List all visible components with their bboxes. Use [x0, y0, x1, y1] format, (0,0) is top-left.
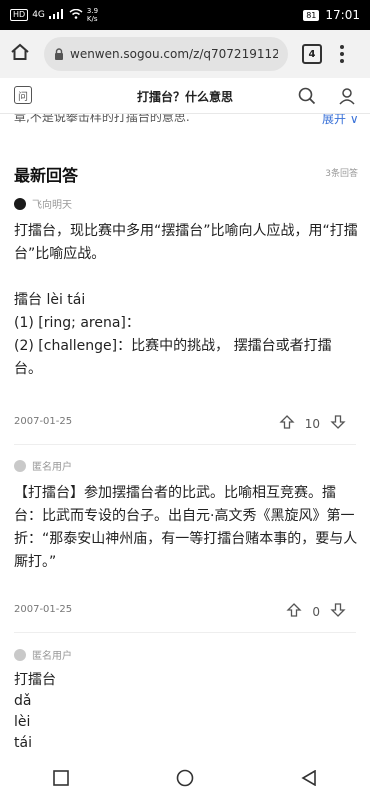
question-description-tail: 章,不是说攀击样的打擂台的意思. [14, 114, 190, 124]
vote-count: 10 [304, 416, 320, 431]
downvote-icon[interactable] [330, 602, 346, 621]
status-right: 81 17:01 [303, 8, 360, 22]
vote-count: 0 [312, 604, 320, 619]
tab-switcher-button[interactable]: 4 [302, 44, 322, 64]
answer-content[interactable]: 章,不是说攀击样的打擂台的意思. 展开 ∨ 最新回答 3条回答 飞向明天 打擂台… [0, 114, 370, 760]
wifi-icon [69, 8, 83, 22]
speed-unit: K/s [86, 15, 98, 23]
answer-body: 打擂台，现比赛中多用“摆擂台”比喻向人应战，用“打擂台”比喻应战。 擂台 lèi… [14, 220, 358, 381]
answer-body: 打擂台 dǎ lèi tái [14, 670, 358, 754]
answer-body: 【打擂台】参加摆擂台者的比武。比喻相互竞赛。擂台：比武而专设的台子。出自元·高文… [14, 482, 358, 574]
answer-count: 3条回答 [325, 169, 358, 179]
clock: 17:01 [325, 8, 360, 22]
network-badge: 4G [32, 10, 45, 20]
status-left: HD 4G 3.9 K/s [10, 7, 98, 23]
speed-value: 3.9 [86, 7, 99, 15]
upvote-icon[interactable] [286, 602, 302, 621]
answer-blank-line [14, 266, 358, 289]
url-text: wenwen.sogou.com/z/q707219112.htm [70, 47, 278, 61]
answer-author[interactable]: 匿名用户 [14, 458, 72, 473]
downvote-icon[interactable] [330, 414, 346, 433]
battery-indicator: 81 [303, 9, 320, 21]
answer-paragraph: lèi [14, 714, 31, 730]
vote-controls: 10 [279, 414, 346, 433]
answer-paragraph: 打擂台 [14, 672, 56, 688]
user-icon[interactable] [338, 87, 356, 109]
latest-answers-title: 最新回答 [14, 166, 79, 185]
author-name: 匿名用户 [32, 462, 72, 473]
hd-badge: HD [10, 9, 29, 21]
search-icon[interactable] [298, 87, 316, 109]
qq-avatar-icon [14, 197, 26, 210]
more-menu-icon[interactable] [340, 45, 344, 63]
site-header: 问 打擂台？什么意思 [0, 78, 370, 114]
answer-paragraph: tái [14, 735, 32, 751]
upvote-icon[interactable] [279, 414, 295, 433]
home-nav-icon[interactable] [176, 769, 194, 791]
status-bar: HD 4G 3.9 K/s 81 17:01 [0, 0, 370, 30]
answer-date: 2007-01-25 [14, 416, 73, 427]
author-name: 飞向明天 [32, 200, 72, 211]
signal-icon [48, 8, 65, 22]
answer-divider [14, 632, 356, 633]
back-icon[interactable] [301, 769, 317, 790]
browser-toolbar: wenwen.sogou.com/z/q707219112.htm 4 [0, 30, 370, 78]
anonymous-avatar-icon [14, 459, 26, 472]
lock-icon [54, 45, 64, 64]
answer-paragraph: (1) [ring; arena]： [14, 315, 140, 331]
author-name: 匿名用户 [32, 651, 72, 662]
answer-divider [14, 444, 356, 445]
answer-paragraph: 【打擂台】参加摆擂台者的比武。比喻相互竞赛。擂台：比武而专设的台子。出自元·高文… [14, 485, 358, 570]
answer-paragraph: dǎ [14, 693, 32, 709]
home-icon[interactable] [10, 42, 30, 66]
answer-paragraph: 擂台 lèi tái [14, 292, 86, 308]
answer-date: 2007-01-25 [14, 604, 73, 615]
vote-controls: 0 [286, 602, 346, 621]
anonymous-avatar-icon [14, 648, 26, 661]
expand-link[interactable]: 展开 ∨ [322, 114, 359, 127]
recents-icon[interactable] [53, 770, 70, 790]
network-speed: 3.9 K/s [87, 7, 98, 23]
answer-paragraph: (2) [challenge]：比赛中的挑战， 摆擂台或者打擂台。 [14, 338, 332, 377]
answer-paragraph: 打擂台，现比赛中多用“摆擂台”比喻向人应战，用“打擂台”比喻应战。 [14, 223, 358, 262]
answer-author[interactable]: 飞向明天 [14, 196, 72, 211]
answer-author[interactable]: 匿名用户 [14, 647, 72, 662]
system-nav-bar [0, 760, 370, 800]
address-bar[interactable]: wenwen.sogou.com/z/q707219112.htm [44, 37, 288, 71]
